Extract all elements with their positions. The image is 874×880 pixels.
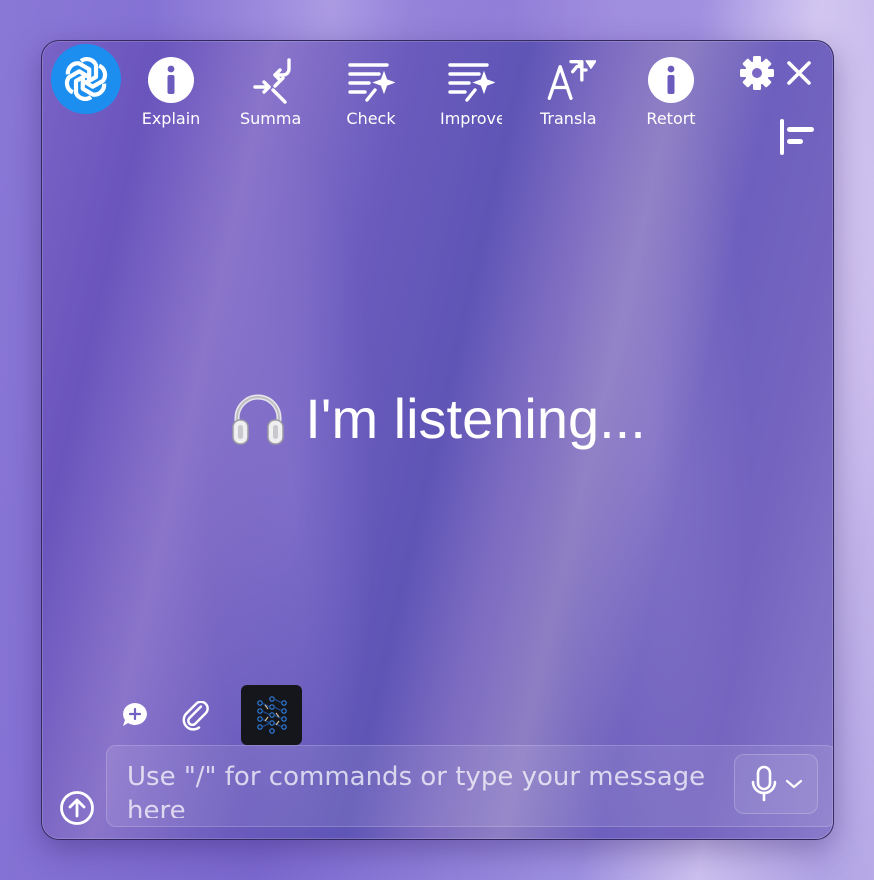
openai-logo-icon xyxy=(64,57,108,101)
tool-improve-label: Improve xyxy=(440,109,502,128)
listening-text: I'm listening... xyxy=(305,387,646,450)
tool-explain[interactable]: Explain xyxy=(131,55,211,128)
chat-plus-icon xyxy=(123,703,147,726)
attach-button[interactable] xyxy=(181,700,213,733)
tool-summarize[interactable]: Summa xyxy=(231,55,311,128)
message-input[interactable]: Use "/" for commands or type your messag… xyxy=(106,745,833,827)
gear-icon xyxy=(740,56,774,90)
chevron-down-icon xyxy=(785,779,803,789)
settings-button[interactable] xyxy=(739,55,775,91)
info-icon xyxy=(146,55,196,105)
info-icon xyxy=(646,55,696,105)
tool-translate-label: Transla xyxy=(540,109,597,128)
assistant-window: Explain Summa Check Improve Transla Reto… xyxy=(41,40,834,840)
close-button[interactable] xyxy=(783,57,815,89)
tool-retort-label: Retort xyxy=(646,109,696,128)
tool-retort[interactable]: Retort xyxy=(631,55,711,128)
headphones-icon xyxy=(232,394,284,445)
tool-summarize-label: Summa xyxy=(240,109,302,128)
openai-logo[interactable] xyxy=(51,44,121,114)
attachment-thumbnail[interactable] xyxy=(241,685,302,745)
new-chat-button[interactable] xyxy=(121,701,149,729)
arrow-up-circle-icon xyxy=(60,791,94,825)
text-sparkle-icon xyxy=(446,55,496,105)
tool-improve[interactable]: Improve xyxy=(431,55,511,128)
microphone-icon xyxy=(751,765,777,802)
paperclip-icon xyxy=(182,700,209,731)
tool-translate[interactable]: Transla xyxy=(531,55,611,128)
translate-icon xyxy=(546,55,596,105)
listening-status: I'm listening... xyxy=(42,386,833,451)
tool-explain-label: Explain xyxy=(141,109,201,128)
send-button[interactable] xyxy=(59,790,95,826)
tool-check[interactable]: Check xyxy=(331,55,411,128)
align-left-button[interactable] xyxy=(778,119,816,155)
tool-check-label: Check xyxy=(346,109,396,128)
neural-network-icon xyxy=(256,696,287,734)
compress-icon xyxy=(246,55,296,105)
close-icon xyxy=(787,61,811,85)
voice-input-button[interactable] xyxy=(734,754,818,814)
message-input-placeholder[interactable]: Use "/" for commands or type your messag… xyxy=(127,760,717,818)
align-left-icon xyxy=(780,119,814,155)
text-sparkle-icon xyxy=(346,55,396,105)
